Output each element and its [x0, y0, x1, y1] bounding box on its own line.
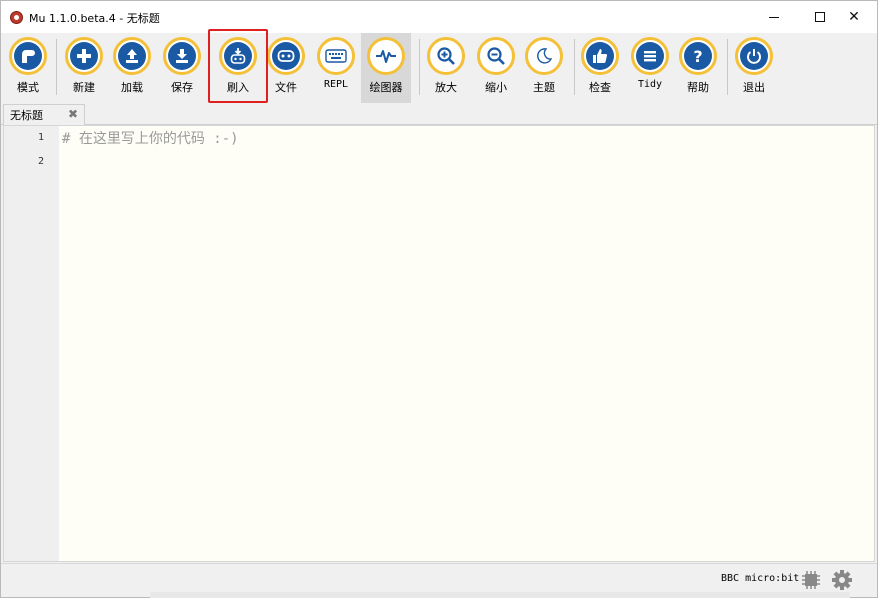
quit-button[interactable]: 退出	[729, 33, 779, 103]
upload-icon	[118, 42, 146, 70]
zoom-out-button[interactable]: 缩小	[471, 33, 521, 103]
microbit-files-icon	[272, 42, 300, 70]
tidy-button[interactable]: Tidy	[625, 33, 675, 103]
power-icon	[740, 42, 768, 70]
list-icon	[636, 42, 664, 70]
download-icon	[168, 42, 196, 70]
line-number-gutter: 1 2	[4, 126, 59, 561]
minimize-icon	[769, 16, 779, 18]
files-button[interactable]: 文件	[261, 33, 311, 103]
code-line: # 在这里写上你的代码 :-)	[62, 131, 239, 147]
question-icon: ?	[684, 42, 712, 70]
zoom-in-button[interactable]: 放大	[421, 33, 471, 103]
save-button[interactable]: 保存	[157, 33, 207, 103]
zoom-out-icon	[482, 42, 510, 70]
taskbar-strip	[150, 592, 850, 598]
check-button[interactable]: 检查	[575, 33, 625, 103]
mode-indicator: BBC micro:bit	[721, 573, 800, 584]
window-title: Mu 1.1.0.beta.4 - 无标题	[29, 12, 160, 25]
close-window-button[interactable]: ✕	[831, 1, 877, 33]
line-number: 2	[37, 156, 44, 167]
tab-bar: 无标题 ✖	[1, 103, 877, 125]
mode-button[interactable]: 模式	[3, 33, 53, 103]
load-button[interactable]: 加载	[107, 33, 157, 103]
plotter-button[interactable]: 绘图器	[361, 33, 411, 103]
repl-button[interactable]: REPL	[311, 33, 361, 103]
zoom-in-icon	[432, 42, 460, 70]
close-icon: ✕	[848, 9, 860, 25]
mu-editor-window: Mu 1.1.0.beta.4 - 无标题 ✕ 模式 新建 加载 保存 刷入 文…	[0, 0, 878, 598]
mu-app-icon	[10, 11, 23, 24]
keyboard-icon	[322, 42, 350, 70]
tab-close-icon[interactable]: ✖	[68, 107, 78, 121]
moon-icon	[530, 42, 558, 70]
mu-mode-icon	[14, 42, 42, 70]
gear-icon[interactable]	[831, 569, 853, 591]
chip-icon[interactable]	[801, 570, 821, 590]
code-editor[interactable]: 1 2 # 在这里写上你的代码 :-)	[3, 125, 875, 562]
toolbar-separator	[419, 39, 420, 95]
pulse-icon	[372, 42, 400, 70]
toolbar-separator	[56, 39, 57, 95]
toolbar: 模式 新建 加载 保存 刷入 文件 REPL 绘图器 放大 缩小 主题 检查 T…	[1, 33, 877, 103]
flash-button-highlight	[208, 29, 268, 103]
tab-label: 无标题	[10, 109, 43, 122]
tab-untitled[interactable]: 无标题 ✖	[3, 104, 85, 125]
thumbs-up-icon	[586, 42, 614, 70]
minimize-button[interactable]	[751, 1, 797, 33]
status-bar: BBC micro:bit	[1, 563, 877, 593]
plus-icon	[70, 42, 98, 70]
toolbar-separator	[727, 39, 728, 95]
new-button[interactable]: 新建	[59, 33, 109, 103]
theme-button[interactable]: 主题	[519, 33, 569, 103]
title-bar: Mu 1.1.0.beta.4 - 无标题 ✕	[1, 1, 877, 33]
help-button[interactable]: ? 帮助	[673, 33, 723, 103]
maximize-icon	[815, 12, 825, 22]
line-number: 1	[37, 132, 44, 143]
